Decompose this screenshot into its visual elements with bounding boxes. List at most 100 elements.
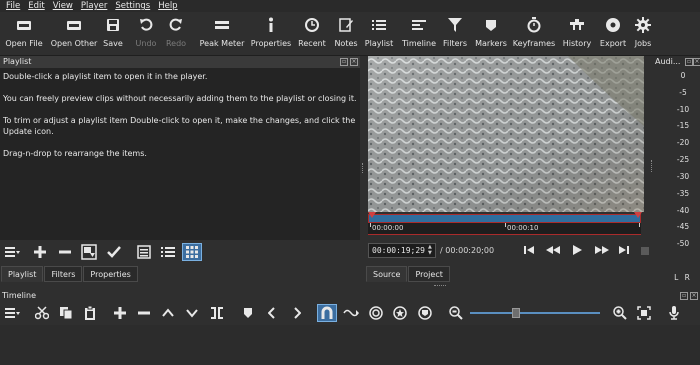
plus-icon: [114, 307, 126, 319]
save-button[interactable]: Save: [101, 12, 125, 56]
playlist-menu-button[interactable]: [2, 243, 22, 261]
menu-file[interactable]: File: [2, 0, 24, 12]
in-point-marker[interactable]: [368, 212, 376, 218]
left-dock-tabs: Playlist Filters Properties: [1, 266, 139, 282]
skip-previous-icon[interactable]: [524, 245, 534, 255]
skip-next-icon[interactable]: [619, 245, 629, 255]
ripple-markers-button[interactable]: [415, 304, 435, 322]
tab-filters[interactable]: Filters: [44, 266, 83, 282]
properties-button[interactable]: Properties: [250, 12, 292, 56]
record-audio-button[interactable]: [664, 304, 684, 322]
history-button[interactable]: History: [561, 12, 593, 56]
playlist-list[interactable]: Double-click a playlist item to open it …: [0, 68, 360, 240]
open-other-label: Open Other: [50, 39, 98, 48]
undo-button[interactable]: Undo: [134, 12, 158, 56]
notes-button[interactable]: Notes: [333, 12, 359, 56]
main-toolbar: Open File Open Other Save Undo Redo Peak…: [0, 12, 700, 56]
zoom-slider-handle[interactable]: [512, 308, 520, 318]
menu-help[interactable]: Help: [154, 0, 181, 12]
previous-marker-button[interactable]: [262, 304, 282, 322]
view-list-button[interactable]: [158, 243, 178, 261]
meter-scale-label: -35: [676, 189, 690, 198]
export-button[interactable]: Export: [597, 12, 629, 56]
playlist-apply-button[interactable]: [104, 243, 124, 261]
zoom-fit-button[interactable]: [634, 304, 654, 322]
splitter-handle[interactable]: [651, 160, 653, 172]
open-other-button[interactable]: Open Other: [50, 12, 98, 56]
tab-properties[interactable]: Properties: [83, 266, 138, 282]
undo-label: Undo: [135, 39, 157, 48]
tab-playlist[interactable]: Playlist: [1, 266, 44, 282]
menu-settings[interactable]: Settings: [111, 0, 154, 12]
zoom-slider-track[interactable]: [470, 312, 600, 314]
copy-icon: [60, 307, 73, 320]
peak-meter-button[interactable]: Peak Meter: [198, 12, 246, 56]
zoom-in-button[interactable]: [610, 304, 630, 322]
export-label: Export: [599, 39, 627, 48]
player-tabs: Source Project: [366, 266, 451, 282]
timeline-append-button[interactable]: [110, 304, 130, 322]
timecode-field[interactable]: 00:00:19;29: [368, 243, 436, 258]
add-marker-button[interactable]: [238, 304, 258, 322]
timeline-icon: [412, 20, 426, 30]
menu-edit[interactable]: Edit: [24, 0, 48, 12]
dock-float-icon[interactable]: ▫: [340, 58, 348, 66]
playlist-add-button[interactable]: [30, 243, 50, 261]
meter-scale-label: -25: [676, 155, 690, 164]
zoom-out-button[interactable]: [446, 304, 466, 322]
fast-forward-icon[interactable]: [595, 245, 609, 255]
markers-button[interactable]: Markers: [474, 12, 508, 56]
tab-project[interactable]: Project: [408, 266, 450, 282]
grid-view-icon: [186, 246, 198, 258]
scrub-while-dragging-button[interactable]: [341, 304, 361, 322]
duration-text: / 00:00:20;00: [440, 246, 495, 255]
audio-title-text: Audi...: [655, 57, 681, 66]
meter-scale-label: -30: [676, 172, 690, 181]
splitter-handle[interactable]: [362, 163, 364, 173]
menu-view[interactable]: View: [49, 0, 77, 12]
timeline-toggle-button[interactable]: Timeline: [400, 12, 438, 56]
split-button[interactable]: [207, 304, 227, 322]
time-ruler[interactable]: 00:00:00 00:00:10: [368, 223, 641, 235]
menu-player[interactable]: Player: [77, 0, 111, 12]
timeline-menu-button[interactable]: [2, 304, 22, 322]
ripple-all-tracks-button[interactable]: [390, 304, 410, 322]
save-icon: [107, 19, 119, 31]
dock-close-icon[interactable]: ×: [693, 58, 700, 66]
recent-button[interactable]: Recent: [297, 12, 327, 56]
jobs-button[interactable]: Jobs: [631, 12, 655, 56]
cut-button[interactable]: [32, 304, 52, 322]
video-preview[interactable]: [368, 56, 644, 212]
more-controls-icon[interactable]: [641, 247, 649, 255]
playlist-toggle-button[interactable]: Playlist: [365, 12, 393, 56]
redo-button[interactable]: Redo: [164, 12, 188, 56]
tab-source[interactable]: Source: [366, 266, 408, 282]
scrub-bar[interactable]: [368, 214, 641, 223]
ripple-button[interactable]: [366, 304, 386, 322]
paste-button[interactable]: [80, 304, 100, 322]
dock-close-icon[interactable]: ×: [690, 292, 698, 300]
filters-button[interactable]: Filters: [442, 12, 468, 56]
dock-close-icon[interactable]: ×: [350, 58, 358, 66]
next-marker-button[interactable]: [287, 304, 307, 322]
snap-button[interactable]: [317, 304, 337, 322]
dock-float-icon[interactable]: ▫: [680, 292, 688, 300]
timecode-spinner-icon[interactable]: ▲ ▼: [428, 244, 434, 256]
lift-button[interactable]: [158, 304, 178, 322]
playlist-remove-button[interactable]: [55, 243, 75, 261]
rewind-icon[interactable]: [546, 245, 560, 255]
playlist-toggle-label: Playlist: [364, 39, 394, 48]
dock-float-icon[interactable]: ▫: [685, 58, 693, 66]
view-details-button[interactable]: [134, 243, 154, 261]
playlist-update-button[interactable]: [79, 243, 99, 261]
copy-button[interactable]: [56, 304, 76, 322]
open-file-button[interactable]: Open File: [4, 12, 44, 56]
keyframes-button[interactable]: Keyframes: [513, 12, 555, 56]
playhead-marker[interactable]: [634, 212, 642, 218]
overwrite-button[interactable]: [182, 304, 202, 322]
timeline-remove-button[interactable]: [134, 304, 154, 322]
view-icons-button[interactable]: [182, 243, 202, 261]
timeline-area[interactable]: [0, 325, 700, 365]
splitter-handle[interactable]: [434, 285, 446, 287]
play-icon[interactable]: [573, 245, 582, 255]
